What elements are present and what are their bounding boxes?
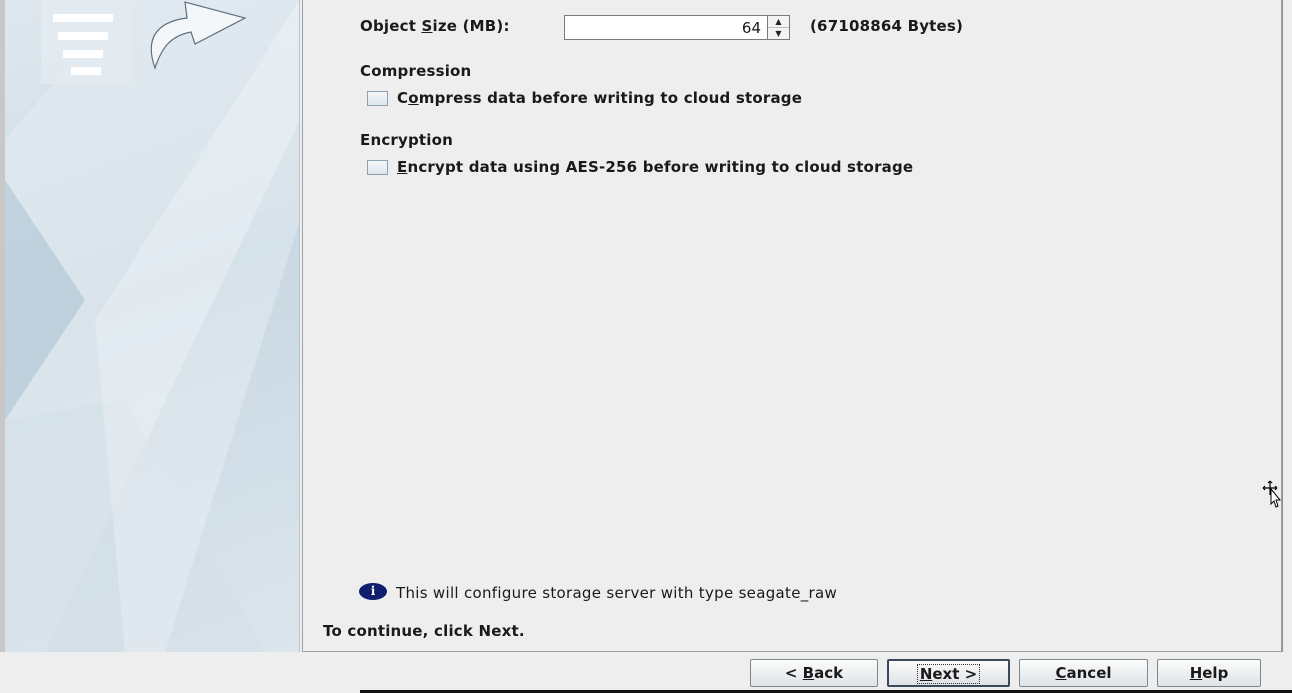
window-right-edge: [1282, 0, 1292, 652]
mouse-cursor-icon: [1262, 480, 1282, 508]
compression-heading: Compression: [360, 62, 472, 80]
encryption-heading: Encryption: [360, 131, 454, 149]
wizard-banner-panel: [5, 0, 300, 652]
object-size-spinner[interactable]: ▲ ▼: [767, 15, 790, 40]
cancel-button[interactable]: Cancel: [1019, 659, 1148, 687]
compress-checkbox-label[interactable]: Compress data before writing to cloud st…: [397, 89, 802, 107]
object-size-label: Object Size (MB):: [360, 17, 510, 35]
object-size-bytes: (67108864 Bytes): [810, 17, 964, 35]
spinner-up-icon[interactable]: ▲: [768, 16, 789, 27]
info-icon: i: [359, 583, 387, 600]
spinner-down-icon[interactable]: ▼: [768, 27, 789, 38]
back-button[interactable]: < Back: [750, 659, 878, 687]
help-button[interactable]: Help: [1157, 659, 1261, 687]
object-size-input[interactable]: 64: [564, 15, 768, 40]
continue-instruction: To continue, click Next.: [323, 622, 525, 640]
encrypt-checkbox-label[interactable]: Encrypt data using AES-256 before writin…: [397, 158, 913, 176]
next-button[interactable]: Next >: [887, 659, 1010, 687]
wizard-banner-graphic: [5, 0, 299, 652]
info-message: This will configure storage server with …: [396, 584, 838, 602]
encrypt-checkbox[interactable]: [367, 160, 388, 175]
compress-checkbox[interactable]: [367, 91, 388, 106]
